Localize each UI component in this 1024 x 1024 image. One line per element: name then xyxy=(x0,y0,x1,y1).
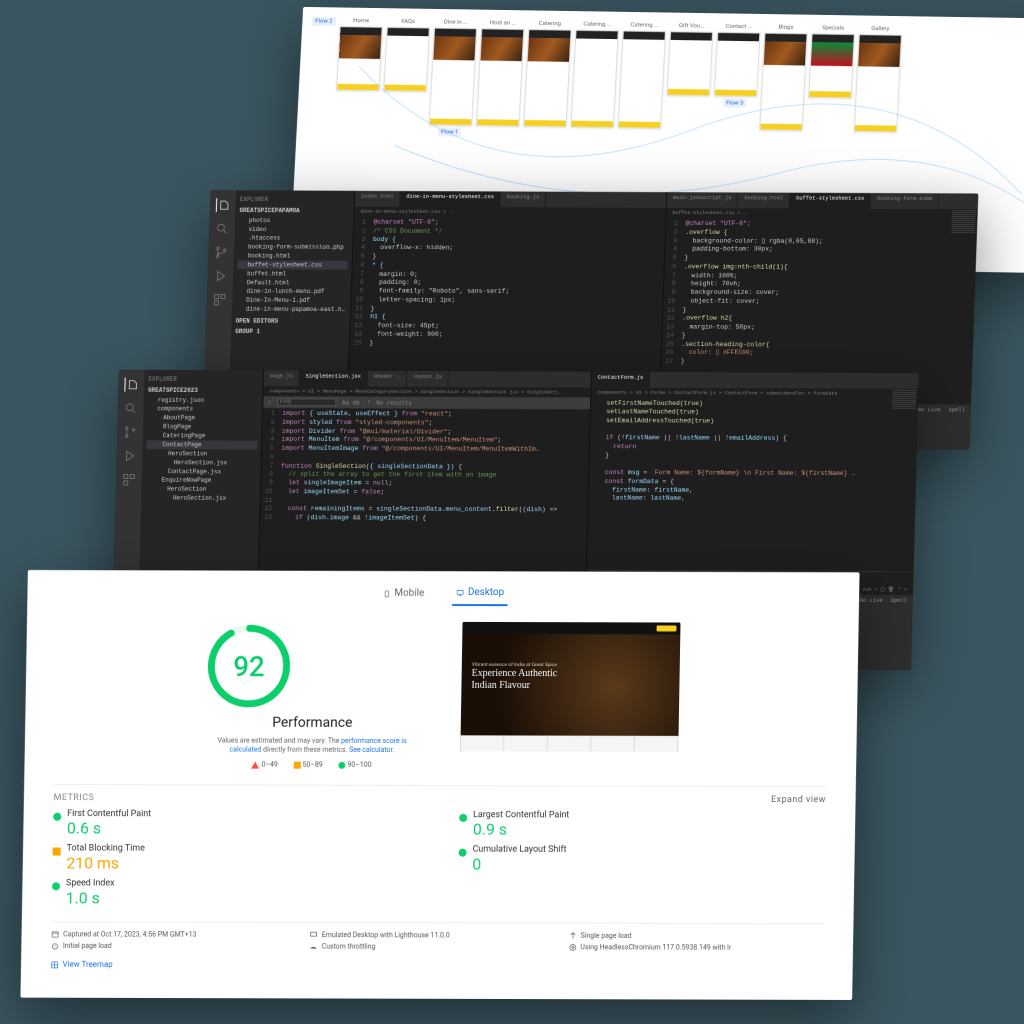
branch-icon[interactable] xyxy=(123,425,137,439)
circle-icon xyxy=(339,762,346,769)
lighthouse-report: Mobile Desktop 92 Performance Values are… xyxy=(20,570,859,1000)
performance-score: 92 xyxy=(204,621,295,711)
device-tabs: Mobile Desktop xyxy=(57,580,830,607)
desktop-icon xyxy=(310,931,318,939)
code-area[interactable]: 1 import { useState, useEffect } from "r… xyxy=(260,408,590,526)
editor-right: ContactForm.js components > UI > Forms >… xyxy=(585,372,919,595)
preview-headline-2: Indian Flavour xyxy=(471,680,557,692)
site-preview: Vibrant essence of India at Great Spice … xyxy=(460,622,680,752)
debug-icon[interactable] xyxy=(213,269,227,283)
performance-label: Performance xyxy=(203,715,421,732)
editor-tab-active[interactable]: ContactForm.js xyxy=(592,372,651,388)
editor-tab[interactable]: main-javascript.js xyxy=(667,192,739,208)
file-item[interactable]: HeroSection.jsx xyxy=(145,494,256,503)
debug-icon[interactable] xyxy=(122,449,136,463)
project-name[interactable]: GREATSPICE2023 xyxy=(148,387,259,394)
explorer-sidebar: EXPLORER GREATSPICEPAPAMOA photos video … xyxy=(229,190,354,401)
metric-si: Speed Index 1.0 s xyxy=(52,879,419,909)
board-col-specials: Specials xyxy=(822,25,845,32)
search-icon[interactable] xyxy=(124,401,138,415)
score-legend: 0–49 50–89 90–100 xyxy=(203,761,421,770)
editor-tab[interactable]: page.js xyxy=(264,370,300,386)
metric-fcp: First Contentful Paint 0.6 s xyxy=(53,809,420,839)
extensions-icon[interactable] xyxy=(212,293,226,307)
code-area[interactable]: 1 @charset "UTF-8"; 2 .overflow { 3 back… xyxy=(661,218,977,370)
activity-bar xyxy=(203,190,236,401)
board-col-catering: Catering xyxy=(539,20,561,27)
square-icon xyxy=(294,762,301,769)
files-icon[interactable] xyxy=(216,198,230,212)
editor-tab[interactable]: booking.html xyxy=(738,193,790,209)
editor-tab-active[interactable]: SingleSection.jsx xyxy=(299,371,368,387)
metric-lcp: Largest Contentful Paint 0.9 s xyxy=(459,810,826,840)
board-col-host: Host an … xyxy=(490,20,516,27)
board-col-home: Home xyxy=(353,17,369,24)
explorer-title: EXPLORER xyxy=(240,196,350,203)
editor-left: page.js SingleSection.jsx Header … layou… xyxy=(257,370,591,593)
tab-mobile[interactable]: Mobile xyxy=(378,581,428,606)
page-icon xyxy=(569,932,577,940)
see-calc-link[interactable]: See calculator. xyxy=(349,746,394,754)
metrics-grid: First Contentful Paint 0.6 s Largest Con… xyxy=(52,809,826,910)
flow-tag-3[interactable]: Flow 3 xyxy=(723,99,747,108)
triangle-icon xyxy=(252,761,260,768)
metric-tbt: Total Blocking Time 210 ms xyxy=(52,844,419,874)
code-area[interactable]: 1 @charset "UTF-8"; 2 /* CSS Document */… xyxy=(350,217,666,352)
metric-cls: Cumulative Layout Shift 0 xyxy=(458,845,825,875)
explorer-title: EXPLORER xyxy=(148,376,259,383)
activity-bar xyxy=(113,370,144,592)
performance-gauge: 92 xyxy=(204,621,295,711)
code-area[interactable]: setFirstNameTouched(true) setLastNameTou… xyxy=(588,397,918,507)
expand-view-link[interactable]: Expand view xyxy=(771,795,826,805)
branch-icon[interactable] xyxy=(214,245,228,259)
mobile-icon xyxy=(382,589,390,597)
network-icon xyxy=(310,943,318,951)
board-col-catering3: Catering … xyxy=(630,22,658,29)
treemap-icon xyxy=(51,961,59,969)
chevron-right-icon[interactable]: › xyxy=(267,399,271,406)
group1-label: GROUP 1 xyxy=(235,328,345,335)
open-editors-label[interactable]: OPEN EDITORS xyxy=(235,317,345,324)
find-status: No results xyxy=(376,399,412,406)
preview-cta-button xyxy=(657,625,677,631)
board-col-blogs: Blogs xyxy=(778,24,793,31)
preview-eyebrow: Vibrant essence of India at Great Spice xyxy=(472,662,558,668)
report-footer: Captured at Oct 17, 2023, 4:56 PM GMT+13… xyxy=(51,921,824,952)
find-options[interactable]: Aa ab .* xyxy=(342,399,371,406)
board-col-gift: Gift Vou… xyxy=(679,22,704,29)
editor-tab[interactable]: Header … xyxy=(368,371,407,387)
editor-tab[interactable]: layout.js xyxy=(407,371,450,387)
flow-tag-2[interactable]: Flow 2 xyxy=(312,17,336,26)
files-icon[interactable] xyxy=(124,378,138,392)
board-col-faqs: FAQs xyxy=(401,18,415,25)
performance-note: Values are estimated and may vary. The p… xyxy=(203,737,421,756)
search-icon[interactable] xyxy=(215,222,229,236)
board-col-contact: Contact … xyxy=(725,23,751,30)
board-header-row: Flow 2 Home FAQs Dine in …Flow 1 Host an… xyxy=(306,17,1024,146)
desktop-icon xyxy=(456,589,464,597)
timer-icon xyxy=(51,942,59,950)
tab-desktop[interactable]: Desktop xyxy=(452,581,508,606)
find-input[interactable] xyxy=(277,398,336,406)
preview-headline: Experience Authentic xyxy=(472,668,558,680)
editor-tab[interactable]: booking.js xyxy=(501,192,547,208)
explorer-sidebar: EXPLORER GREATSPICE2023 registry.json co… xyxy=(139,370,263,592)
file-item[interactable]: registry.json xyxy=(148,396,259,405)
board-col-dinein: Dine in … xyxy=(444,19,468,26)
extensions-icon[interactable] xyxy=(122,473,136,487)
view-treemap-link[interactable]: View Treemap xyxy=(51,960,113,969)
board-col-catering2: Catering … xyxy=(583,21,611,28)
